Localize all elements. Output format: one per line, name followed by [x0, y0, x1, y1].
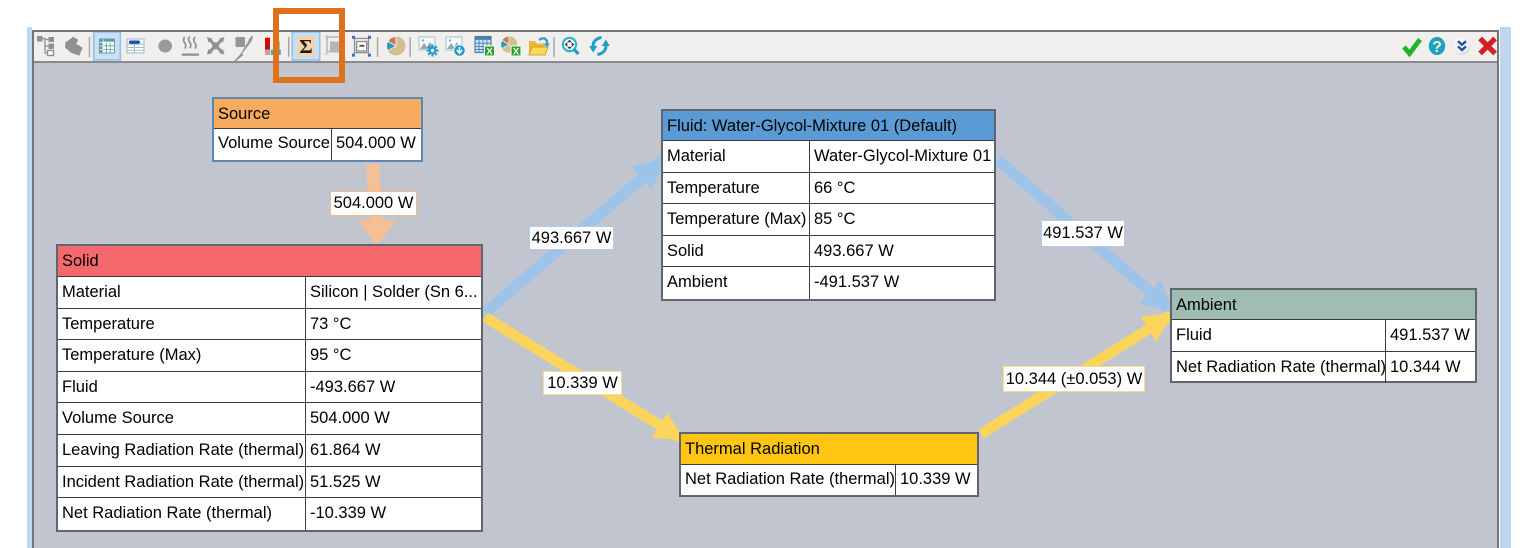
svg-text:X: X [486, 46, 493, 57]
svg-text:?: ? [1432, 39, 1442, 56]
svg-text:X: X [513, 46, 520, 57]
